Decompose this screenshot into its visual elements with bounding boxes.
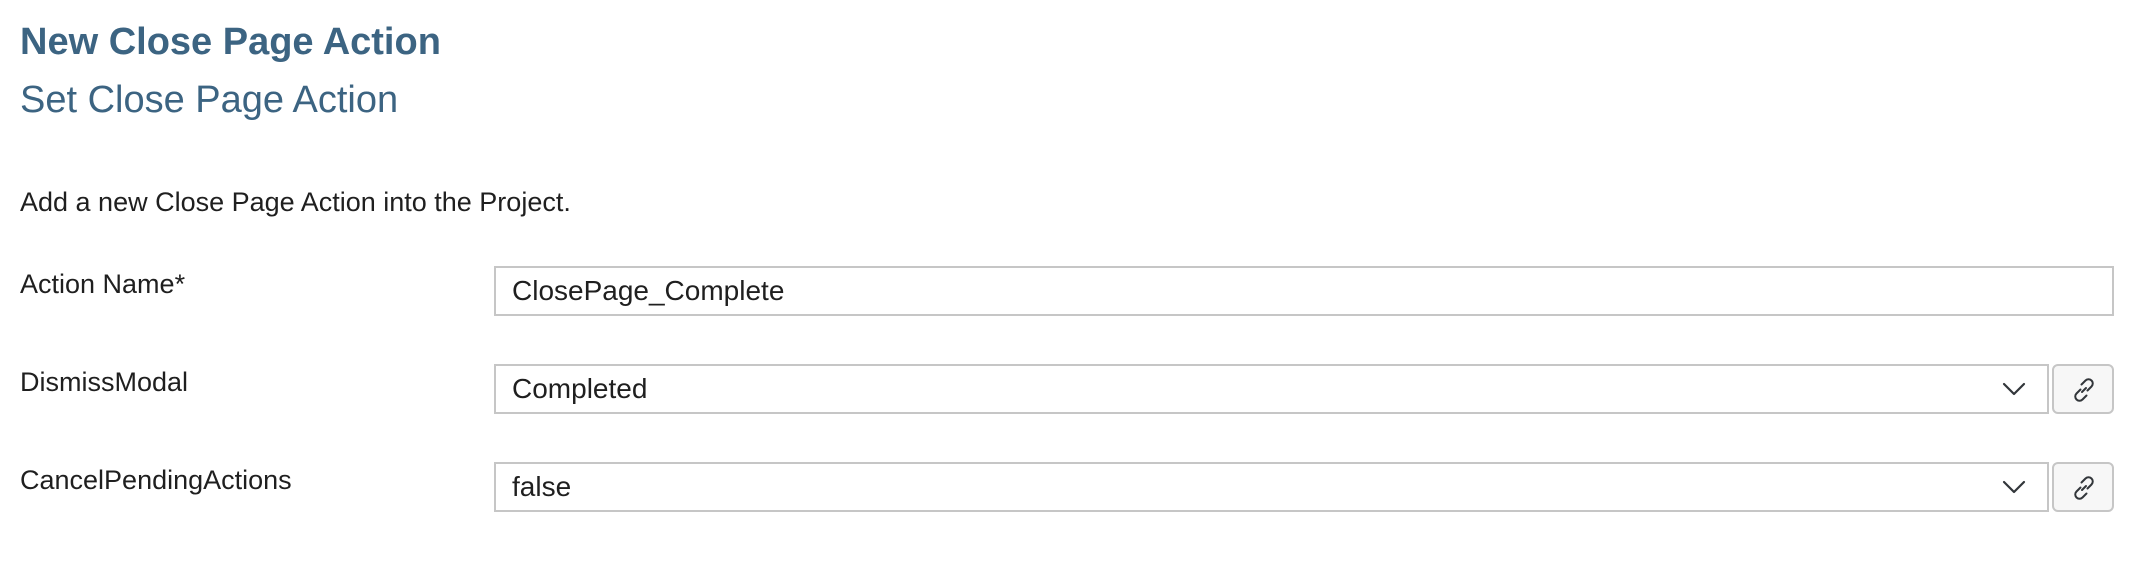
- link-icon: [2074, 476, 2094, 500]
- dismiss-modal-bind-button[interactable]: [2052, 364, 2114, 414]
- cancel-pending-actions-select[interactable]: false: [494, 462, 2049, 512]
- chevron-down-icon[interactable]: [2001, 476, 2027, 498]
- action-name-input[interactable]: [494, 266, 2114, 316]
- link-icon: [2074, 378, 2094, 402]
- chevron-down-icon[interactable]: [2001, 378, 2027, 400]
- dismiss-modal-label: DismissModal: [20, 367, 189, 397]
- page-subtitle: Set Close Page Action: [20, 79, 399, 121]
- action-name-label: Action Name*: [20, 269, 186, 299]
- dismiss-modal-value: Completed: [512, 373, 648, 404]
- page-title: New Close Page Action: [20, 21, 441, 63]
- page-description: Add a new Close Page Action into the Pro…: [20, 187, 571, 217]
- cancel-pending-actions-bind-button[interactable]: [2052, 462, 2114, 512]
- cancel-pending-actions-value: false: [512, 471, 572, 502]
- dismiss-modal-select[interactable]: Completed: [494, 364, 2049, 414]
- cancel-pending-actions-label: CancelPendingActions: [20, 465, 292, 495]
- close-page-action-wizard: New Close Page Action Set Close Page Act…: [0, 0, 2138, 564]
